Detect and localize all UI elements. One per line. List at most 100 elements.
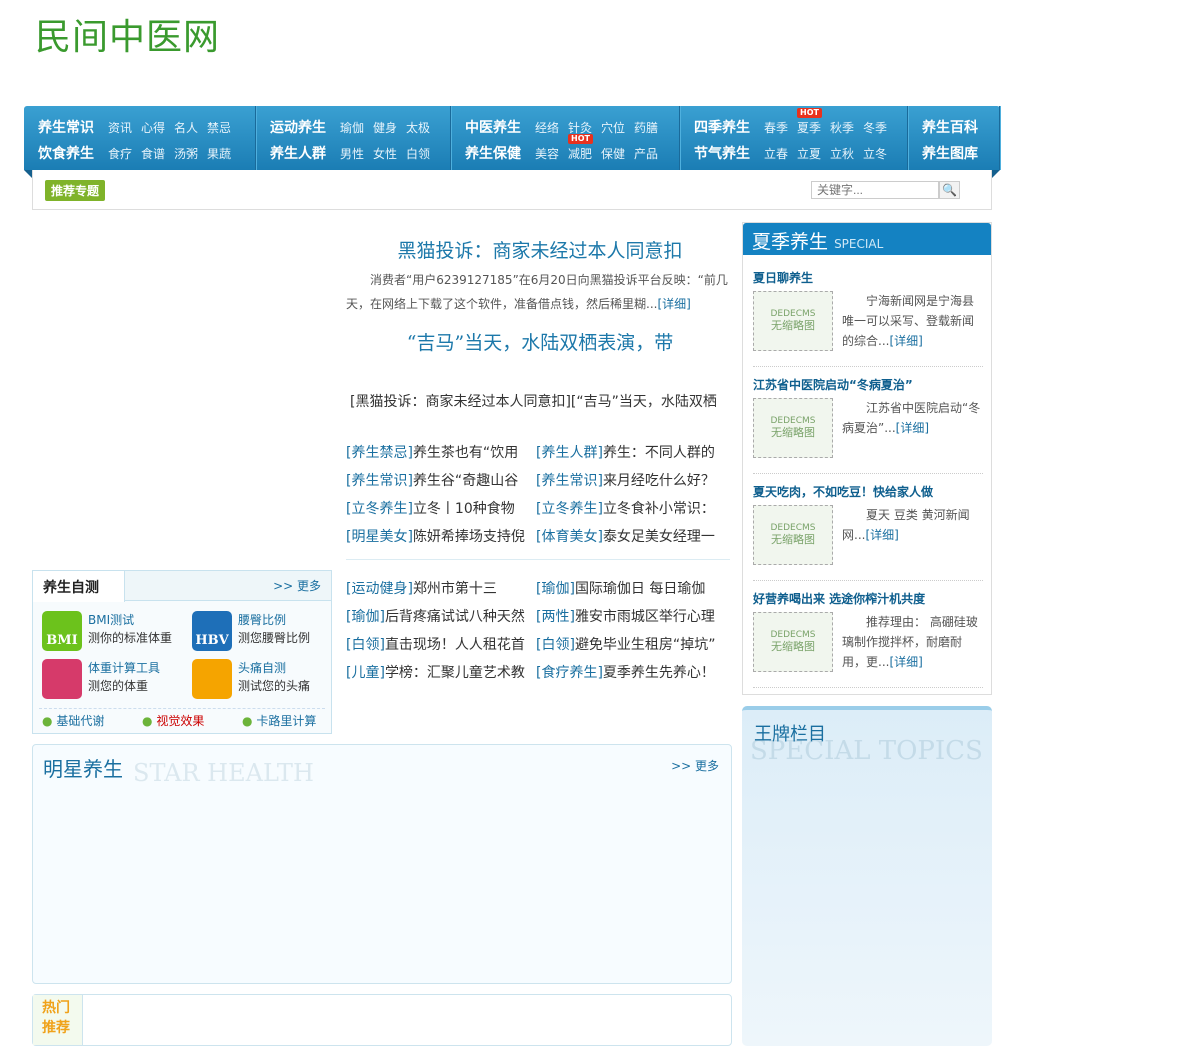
nav-sub-link[interactable]: 食疗: [108, 145, 132, 162]
list-title[interactable]: 避免毕业生租房“掉坑”: [575, 637, 716, 653]
search-button[interactable]: 🔍: [939, 181, 960, 199]
bottom-link[interactable]: 卡路里计算: [256, 714, 316, 728]
tool-name[interactable]: 腰臀比例: [238, 613, 286, 627]
list-category[interactable]: [瑜伽]: [346, 609, 385, 625]
list-category[interactable]: [两性]: [536, 609, 575, 625]
nav-sub-link[interactable]: 冬季: [863, 119, 887, 136]
nav-sub-link[interactable]: 保健: [601, 145, 625, 162]
list-item[interactable]: [养生常识]来月经吃什么好？: [536, 467, 726, 495]
list-item[interactable]: [养生人群]养生：不同人群的: [536, 439, 726, 467]
list-category[interactable]: [白领]: [536, 637, 575, 653]
list-category[interactable]: [明星美女]: [346, 529, 413, 545]
list-item[interactable]: [明星美女]陈妍希捧场支持倪: [346, 523, 536, 551]
tool-name[interactable]: BMI测试: [88, 613, 134, 627]
nav-sub-link[interactable]: 心得: [141, 119, 165, 136]
list-title[interactable]: 夏季养生先养心！: [603, 665, 715, 681]
list-title[interactable]: 国际瑜伽日 每日瑜伽: [575, 581, 705, 597]
nav-main-link[interactable]: 四季养生: [694, 117, 750, 137]
list-category[interactable]: [儿童]: [346, 665, 385, 681]
list-category[interactable]: [立冬养生]: [536, 501, 603, 517]
list-title[interactable]: 学榜：汇聚儿童艺术教: [385, 665, 525, 681]
headline-links[interactable]: [黑猫投诉：商家未经过本人同意扣][“吉马”当天，水陆双栖: [350, 391, 730, 411]
list-category[interactable]: [体育美女]: [536, 529, 603, 545]
list-item[interactable]: [儿童]学榜：汇聚儿童艺术教: [346, 659, 536, 687]
nav-sub-link[interactable]: 产品: [634, 145, 658, 162]
detail-link[interactable]: [详细]: [889, 655, 922, 669]
tool-name[interactable]: 头痛自测: [238, 661, 286, 675]
item-title[interactable]: 夏日聊养生: [753, 271, 813, 285]
headline-title[interactable]: 黑猫投诉：商家未经过本人同意扣: [345, 236, 735, 263]
list-title[interactable]: 直击现场！人人租花首: [385, 637, 525, 653]
nav-sub-link[interactable]: 美容: [535, 145, 559, 162]
nav-main-link[interactable]: 节气养生: [694, 143, 750, 163]
list-category[interactable]: [养生常识]: [536, 473, 603, 489]
nav-sub-link[interactable]: 立秋: [830, 145, 854, 162]
nav-sub-link[interactable]: 食谱: [141, 145, 165, 162]
nav-sub-link[interactable]: 春季: [764, 119, 788, 136]
nav-main-link[interactable]: 养生图库: [922, 143, 978, 163]
nav-sub-link[interactable]: 白领: [406, 145, 430, 162]
nav-main-link[interactable]: 养生人群: [270, 143, 326, 163]
list-item[interactable]: [立冬养生]立冬丨10种食物: [346, 495, 536, 523]
nav-main-link[interactable]: 养生百科: [922, 117, 978, 137]
nav-sub-link[interactable]: 立冬: [863, 145, 887, 162]
list-item[interactable]: [养生禁忌]养生茶也有“饮用: [346, 439, 536, 467]
headline-title-2[interactable]: “吉马”当天，水陆双栖表演，带: [345, 328, 735, 355]
nav-sub-link[interactable]: 减肥 HOT: [568, 133, 593, 162]
nav-sub-link[interactable]: 立夏: [797, 145, 821, 162]
nav-main-link[interactable]: 饮食养生: [38, 143, 94, 163]
nav-sub-link[interactable]: 资讯: [108, 119, 132, 136]
list-category[interactable]: [运动健身]: [346, 581, 413, 597]
site-logo[interactable]: 民间中医网: [35, 8, 220, 60]
nav-sub-link[interactable]: 穴位: [601, 119, 625, 136]
list-item[interactable]: [立冬养生]立冬食补小常识：: [536, 495, 726, 523]
nav-sub-link[interactable]: 经络: [535, 119, 559, 136]
bottom-link[interactable]: 基础代谢: [56, 714, 104, 728]
weight-person-icon[interactable]: [42, 659, 82, 699]
list-category[interactable]: [养生人群]: [536, 445, 603, 461]
hbv-icon[interactable]: HBV: [192, 611, 232, 651]
list-title[interactable]: 泰女足美女经理一: [603, 529, 715, 545]
list-title[interactable]: 陈妍希捧场支持倪: [413, 529, 525, 545]
thumbnail-placeholder[interactable]: DEDECMS 无缩略图: [753, 291, 833, 351]
list-title[interactable]: 养生谷“奇趣山谷: [413, 473, 518, 489]
list-category[interactable]: [立冬养生]: [346, 501, 413, 517]
list-title[interactable]: 后背疼痛试试八种天然: [385, 609, 525, 625]
nav-sub-link[interactable]: 禁忌: [207, 119, 231, 136]
nav-sub-link[interactable]: 汤粥: [174, 145, 198, 162]
thumbnail-placeholder[interactable]: DEDECMS 无缩略图: [753, 398, 833, 458]
list-title[interactable]: 养生茶也有“饮用: [413, 445, 518, 461]
list-title[interactable]: 雅安市雨城区举行心理: [575, 609, 715, 625]
list-title[interactable]: 郑州市第十三: [413, 581, 497, 597]
list-category[interactable]: [白领]: [346, 637, 385, 653]
list-item[interactable]: [瑜伽]国际瑜伽日 每日瑜伽: [536, 575, 726, 603]
list-item[interactable]: [体育美女]泰女足美女经理一: [536, 523, 726, 551]
list-item[interactable]: [养生常识]养生谷“奇趣山谷: [346, 467, 536, 495]
list-item[interactable]: [两性]雅安市雨城区举行心理: [536, 603, 726, 631]
list-category[interactable]: [食疗养生]: [536, 665, 603, 681]
list-item[interactable]: [运动健身]郑州市第十三: [346, 575, 536, 603]
list-title[interactable]: 立冬食补小常识：: [603, 501, 715, 517]
list-title[interactable]: 养生：不同人群的: [603, 445, 715, 461]
detail-link[interactable]: [详细]: [657, 297, 690, 311]
nav-sub-link[interactable]: 针灸: [568, 119, 592, 136]
list-title[interactable]: 立冬丨10种食物: [413, 501, 515, 517]
nav-sub-link[interactable]: 立春: [764, 145, 788, 162]
nav-main-link[interactable]: 养生常识: [38, 117, 94, 137]
nav-sub-link[interactable]: 瑜伽: [340, 119, 364, 136]
nav-sub-link[interactable]: 女性: [373, 145, 397, 162]
item-title[interactable]: 夏天吃肉，不如吃豆！快给家人做: [753, 485, 933, 499]
list-item[interactable]: [瑜伽]后背疼痛试试八种天然: [346, 603, 536, 631]
nav-sub-link[interactable]: 男性: [340, 145, 364, 162]
list-item[interactable]: [食疗养生]夏季养生先养心！: [536, 659, 726, 687]
detail-link[interactable]: [详细]: [896, 421, 929, 435]
list-category[interactable]: [瑜伽]: [536, 581, 575, 597]
nav-main-link[interactable]: 中医养生: [465, 117, 521, 137]
item-title[interactable]: 好营养喝出来 选途你榨汁机共度: [753, 592, 925, 606]
detail-link[interactable]: [详细]: [865, 528, 898, 542]
nav-sub-link[interactable]: 夏季 HOT: [797, 107, 822, 136]
more-link[interactable]: >> 更多: [671, 757, 719, 774]
nav-main-link[interactable]: 养生保健: [465, 143, 521, 163]
more-link[interactable]: >> 更多: [273, 577, 321, 594]
thumbnail-placeholder[interactable]: DEDECMS 无缩略图: [753, 612, 833, 672]
